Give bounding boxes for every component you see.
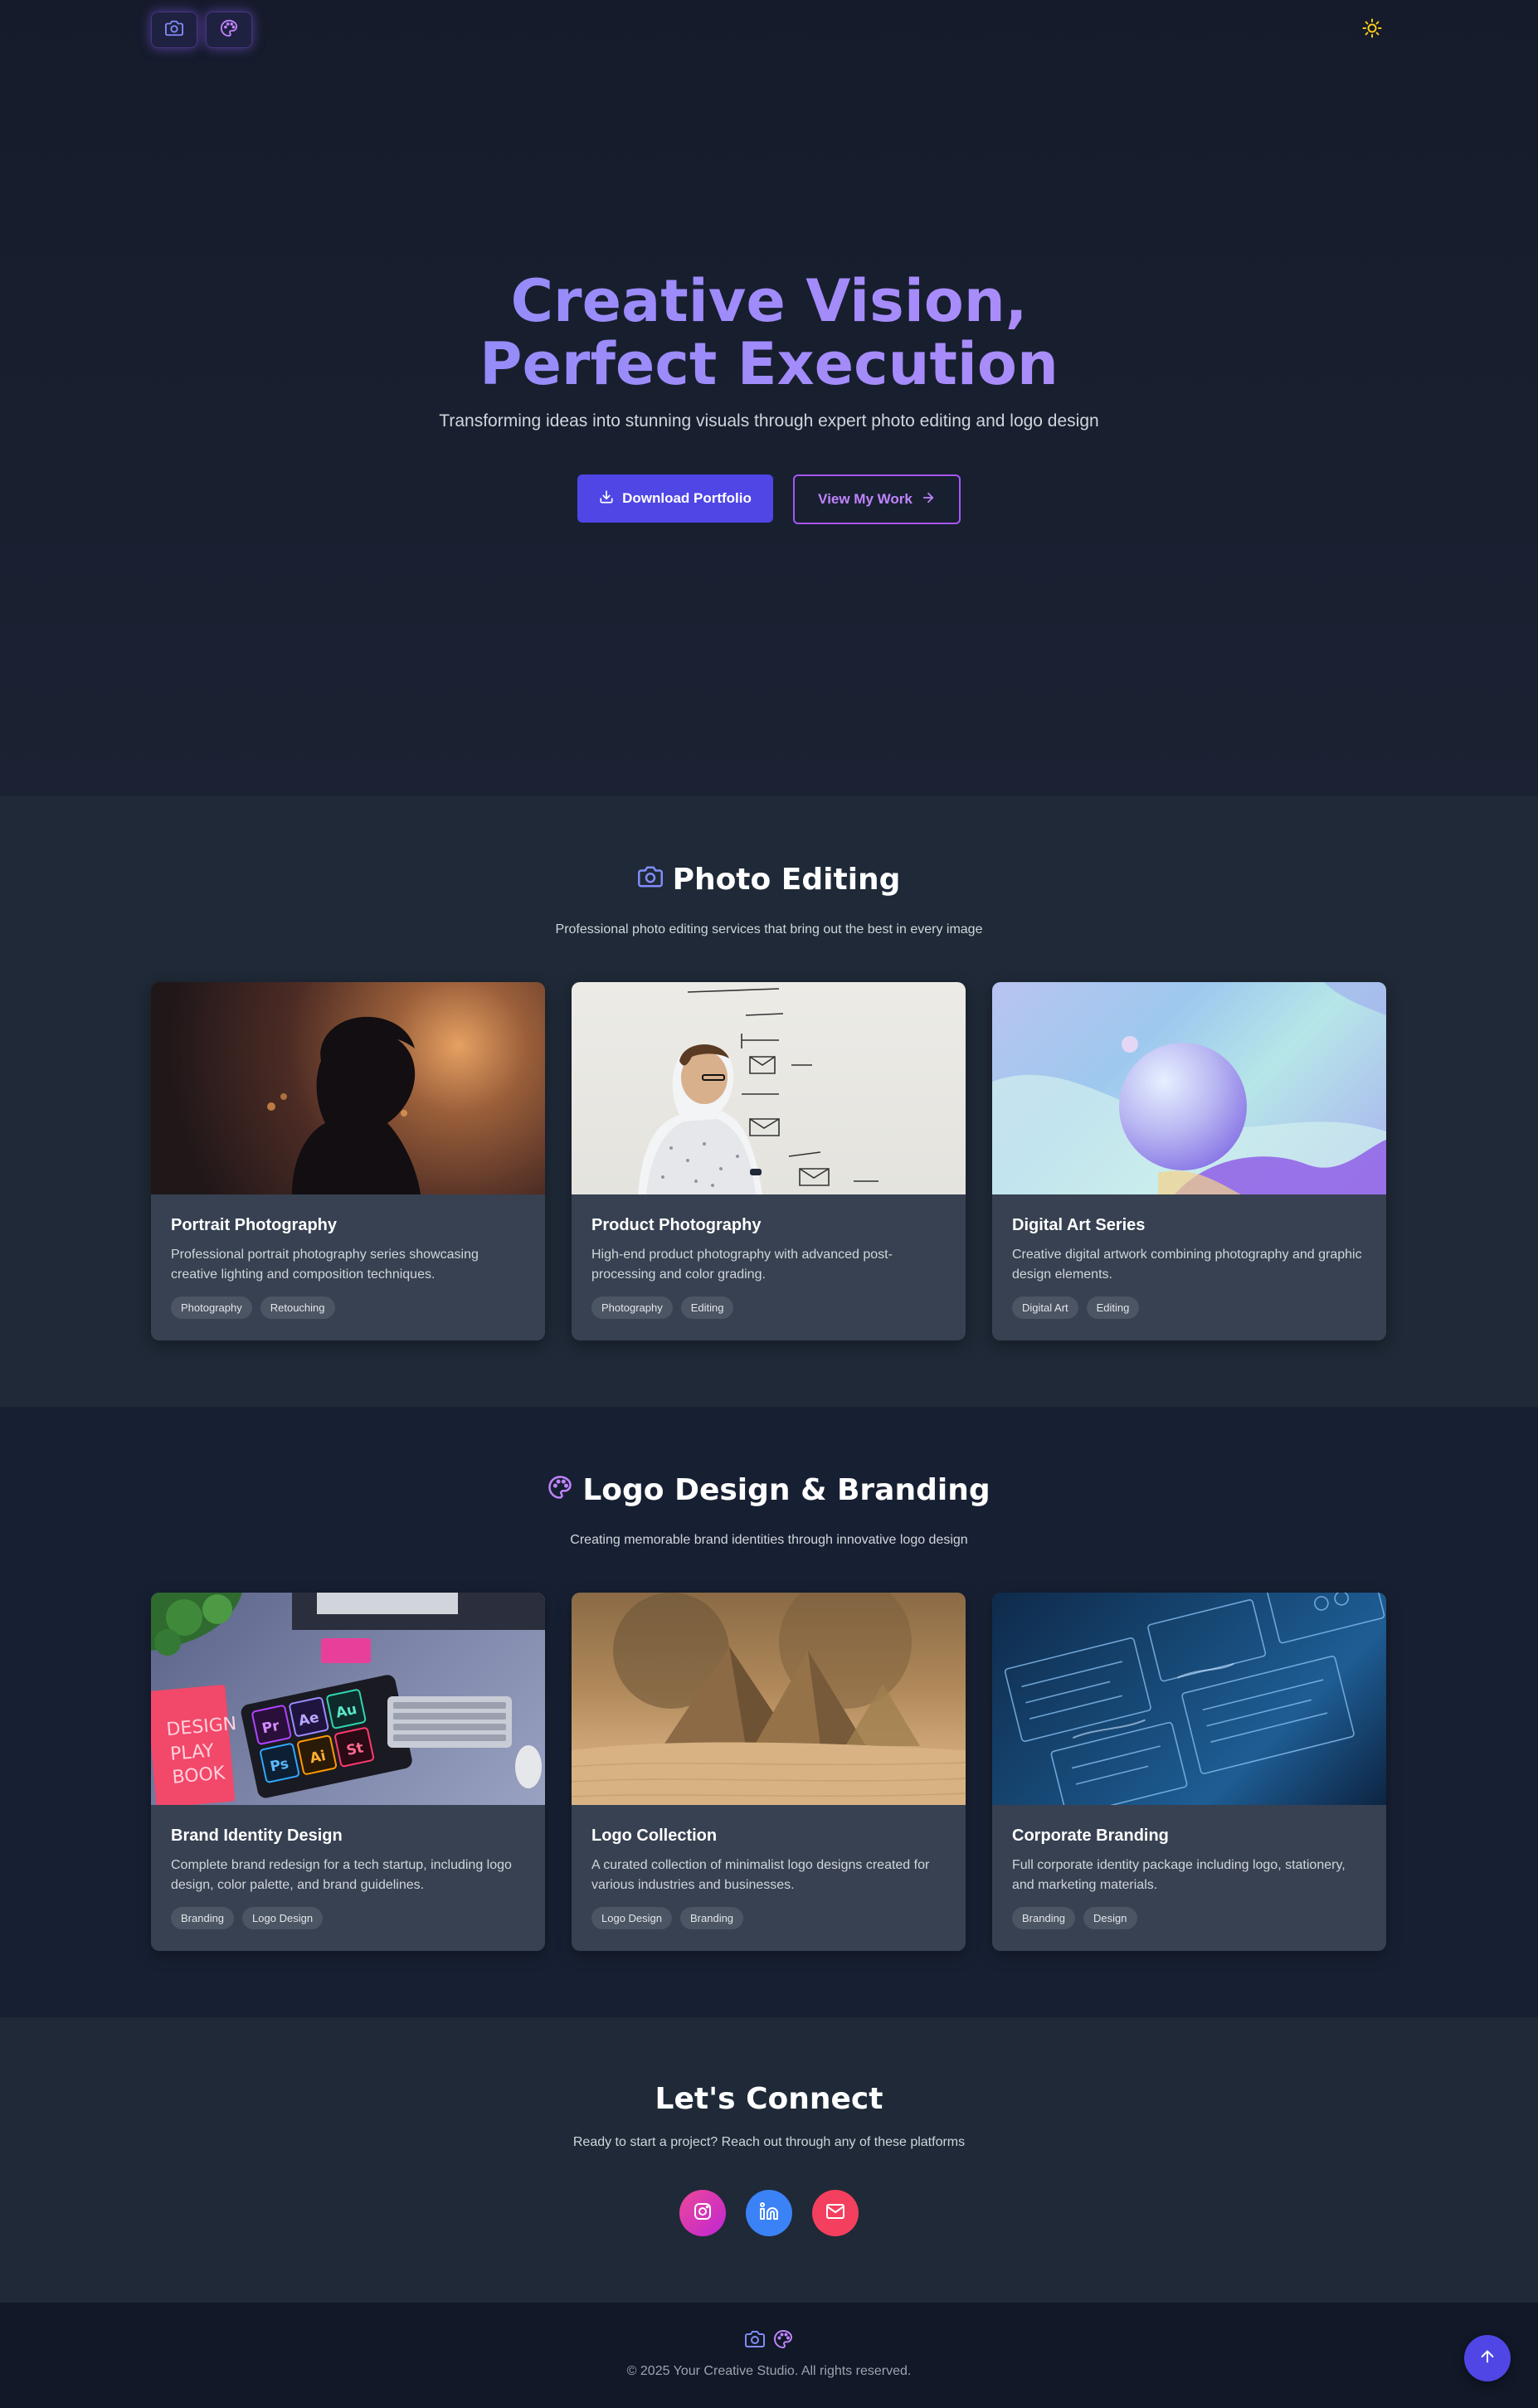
theme-toggle-button[interactable] [1359,17,1385,43]
card-description: Complete brand redesign for a tech start… [171,1858,512,1892]
view-my-work-button[interactable]: View My Work [793,474,961,524]
view-my-work-label: View My Work [818,491,913,507]
download-portfolio-button[interactable]: Download Portfolio [577,474,773,523]
svg-text:Ai: Ai [309,1748,328,1768]
tag: Design [1083,1907,1137,1929]
connect-section: Let's Connect Ready to start a project? … [0,2017,1538,2303]
tag: Digital Art [1012,1296,1078,1319]
hero-title-line1: Creative Vision, [510,267,1028,335]
top-navigation [0,0,1538,60]
card-description: Professional portrait photography series… [171,1248,479,1282]
instagram-icon [693,2201,713,2225]
portfolio-card[interactable]: Corporate Branding Full corporate identi… [992,1593,1386,1951]
portfolio-card[interactable]: Logo Collection A curated collection of … [572,1593,966,1951]
hero-section: Creative Vision, Perfect Execution Trans… [0,0,1538,796]
section-title: Logo Design & Branding [582,1473,990,1507]
arrow-right-icon [921,490,936,509]
section-subtitle: Creating memorable brand identities thro… [570,1533,968,1547]
digital-art-image [992,982,1386,1194]
email-link[interactable] [812,2190,859,2236]
card-description: Full corporate identity package includin… [1012,1858,1346,1892]
logo-group [151,12,252,48]
tag: Logo Design [591,1907,672,1929]
connect-heading: Let's Connect [0,2082,1538,2116]
footer: © 2025 Your Creative Studio. All rights … [0,2303,1538,2408]
camera-icon [637,863,663,897]
footer-logo [0,2329,1538,2352]
camera-logo-button[interactable] [151,12,197,48]
photo-cards: Portrait Photography Professional portra… [151,982,1387,1340]
product-photo-image [572,982,966,1194]
instagram-link[interactable] [679,2190,726,2236]
tag: Branding [171,1907,235,1929]
logo-cards: DESIGN PLAY BOOK Pr Ae Au Ps Ai St Brand… [151,1593,1387,1951]
palette-icon [548,1473,572,1507]
tag: Retouching [260,1296,335,1319]
hero-title: Creative Vision, Perfect Execution [0,270,1538,396]
section-subtitle: Professional photo editing services that… [555,922,983,936]
palette-icon [220,19,238,41]
tag: Logo Design [242,1907,324,1929]
sun-icon [1362,18,1382,41]
palette-logo-button[interactable] [206,12,252,48]
card-title: Portrait Photography [171,1216,338,1234]
section-title: Let's Connect [655,2082,883,2116]
download-portfolio-label: Download Portfolio [622,490,752,506]
tag: Branding [680,1907,744,1929]
arrow-up-icon [1478,2347,1497,2369]
card-description: High-end product photography with advanc… [591,1248,893,1282]
download-icon [599,489,614,508]
card-description: A curated collection of minimalist logo … [591,1858,930,1892]
brand-identity-image: DESIGN PLAY BOOK Pr Ae Au Ps Ai St [151,1593,545,1805]
card-title: Logo Collection [591,1827,718,1845]
camera-icon [745,2329,765,2352]
mail-icon [825,2201,845,2225]
linkedin-link[interactable] [746,2190,792,2236]
svg-text:PLAY: PLAY [169,1740,215,1765]
portrait-photo-image [151,982,545,1194]
card-title: Product Photography [591,1216,762,1234]
tag: Photography [171,1296,252,1319]
hero-subtitle: Transforming ideas into stunning visuals… [439,411,1099,431]
card-title: Corporate Branding [1012,1827,1169,1845]
hero-actions: Download Portfolio View My Work [0,474,1538,524]
camera-icon [165,19,183,41]
photo-editing-section: Photo Editing Professional photo editing… [0,796,1538,1407]
logo-design-heading: Logo Design & Branding [0,1473,1538,1507]
copyright-text: © 2025 Your Creative Studio. All rights … [626,2364,912,2378]
tag: Photography [591,1296,673,1319]
portfolio-card[interactable]: Product Photography High-end product pho… [572,982,966,1340]
portfolio-card[interactable]: DESIGN PLAY BOOK Pr Ae Au Ps Ai St Brand… [151,1593,545,1951]
tag: Editing [680,1296,734,1319]
tag: Editing [1086,1296,1140,1319]
corporate-branding-image [992,1593,1386,1805]
hero-title-line2: Perfect Execution [479,330,1059,398]
tag: Branding [1012,1907,1076,1929]
section-subtitle: Ready to start a project? Reach out thro… [572,2135,966,2149]
card-title: Brand Identity Design [171,1827,343,1845]
scroll-to-top-button[interactable] [1464,2335,1511,2381]
photo-editing-heading: Photo Editing [0,863,1538,897]
logo-collection-image [572,1593,966,1805]
linkedin-icon [759,2201,779,2225]
portfolio-card[interactable]: Digital Art Series Creative digital artw… [992,982,1386,1340]
portfolio-card[interactable]: Portrait Photography Professional portra… [151,982,545,1340]
card-description: Creative digital artwork combining photo… [1012,1248,1362,1282]
card-title: Digital Art Series [1012,1216,1146,1234]
svg-text:St: St [345,1739,365,1759]
section-title: Photo Editing [672,863,901,897]
logo-design-section: Logo Design & Branding Creating memorabl… [0,1407,1538,2017]
palette-icon [773,2329,793,2352]
social-links [0,2190,1538,2236]
